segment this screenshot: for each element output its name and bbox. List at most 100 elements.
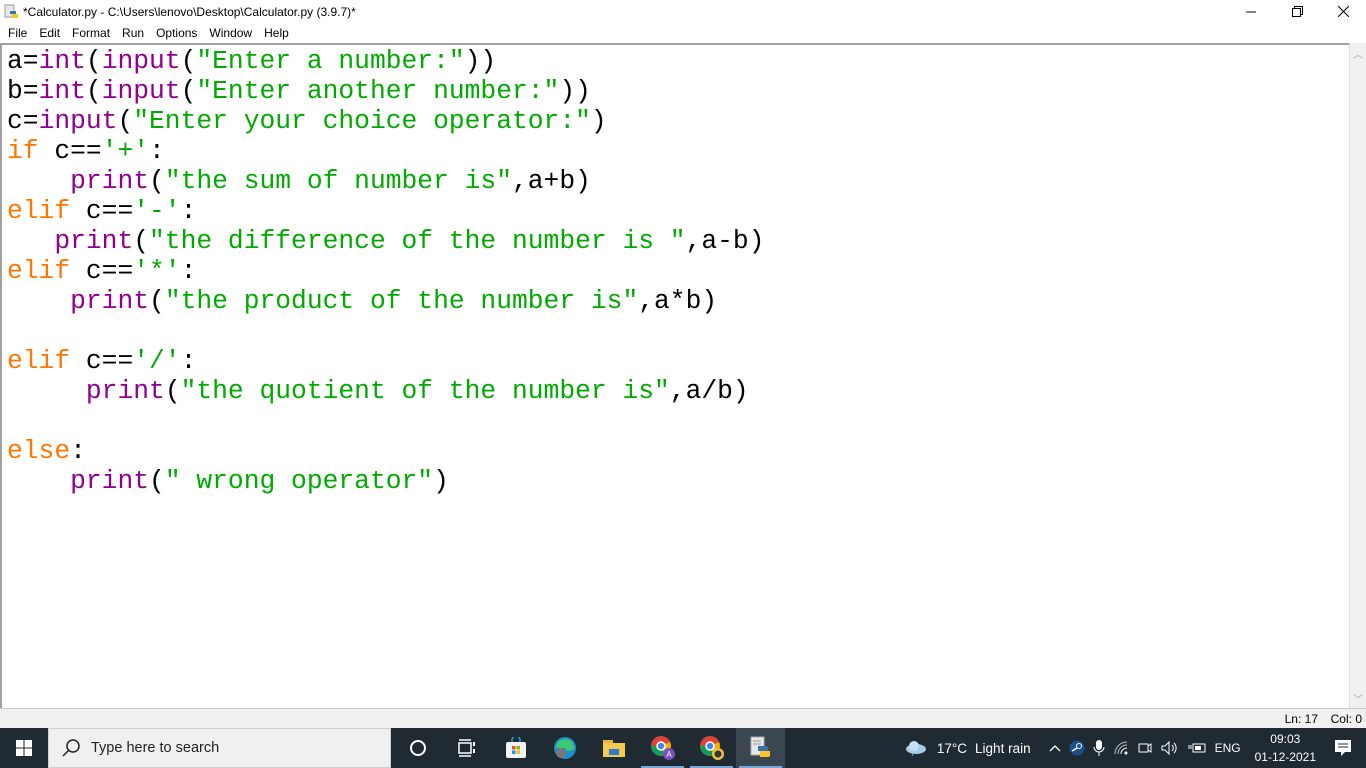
- start-button[interactable]: [0, 728, 48, 768]
- keyword-token: elif: [7, 196, 71, 226]
- code-line[interactable]: c=input("Enter your choice operator:"): [7, 106, 764, 136]
- menu-edit[interactable]: Edit: [33, 26, 66, 40]
- code-token: (: [117, 106, 134, 136]
- code-line[interactable]: print("the difference of the number is "…: [7, 226, 764, 256]
- code-line[interactable]: print(" wrong operator"): [7, 466, 764, 496]
- notification-center-icon[interactable]: [1334, 739, 1352, 757]
- builtin-token: input: [38, 106, 118, 136]
- code-line[interactable]: elif c=='-':: [7, 196, 764, 226]
- scroll-down-icon[interactable]: ﹀: [1350, 690, 1366, 706]
- camera-icon[interactable]: [1137, 740, 1153, 756]
- code-line[interactable]: elif c=='/':: [7, 346, 764, 376]
- file-explorer-icon: [602, 740, 625, 757]
- code-token: ,a*b): [638, 286, 718, 316]
- search-placeholder: Type here to search: [91, 740, 220, 756]
- menu-format[interactable]: Format: [66, 26, 116, 40]
- show-hidden-icons-chevron-up-icon[interactable]: [1049, 744, 1061, 752]
- column-number: Col: 0: [1330, 712, 1362, 726]
- code-line[interactable]: [7, 316, 764, 346]
- code-line[interactable]: elif c=='*':: [7, 256, 764, 286]
- code-line[interactable]: b=int(input("Enter another number:")): [7, 76, 764, 106]
- weather-widget[interactable]: 17°C Light rain: [905, 740, 1031, 756]
- code-token: :: [180, 256, 197, 286]
- code-token: ): [590, 106, 607, 136]
- menu-file[interactable]: File: [2, 26, 33, 40]
- cloud-rain-icon: [905, 741, 926, 756]
- builtin-token: input: [101, 76, 181, 106]
- cortana-button[interactable]: [393, 728, 442, 768]
- builtin-token: print: [70, 166, 150, 196]
- string-token: "Enter a number:": [196, 46, 465, 76]
- microphone-icon[interactable]: [1093, 739, 1105, 757]
- code-token: ): [433, 466, 449, 496]
- steam-icon[interactable]: [1069, 740, 1085, 756]
- file-explorer-button[interactable]: [589, 728, 638, 768]
- chrome-profile-a-button[interactable]: A: [638, 728, 687, 768]
- code-token: (: [133, 226, 150, 256]
- code-token: ,a+b): [512, 166, 591, 196]
- code-token: ,a/b): [669, 376, 749, 406]
- cortana-icon: [409, 740, 426, 756]
- language-indicator[interactable]: ENG: [1215, 741, 1241, 755]
- clock[interactable]: 09:03 01-12-2021: [1255, 730, 1316, 766]
- builtin-token: print: [54, 226, 134, 256]
- restore-button[interactable]: [1274, 0, 1320, 23]
- scroll-up-icon[interactable]: ︿: [1350, 45, 1366, 61]
- chrome-profile-b-icon: [699, 736, 724, 760]
- idle-python-button[interactable]: [736, 728, 785, 768]
- menu-options[interactable]: Options: [150, 26, 203, 40]
- string-token: '-': [133, 196, 181, 226]
- volume-icon[interactable]: [1161, 741, 1179, 755]
- edge-icon: [553, 737, 576, 759]
- taskbar-search[interactable]: Type here to search: [48, 728, 391, 768]
- string-token: " wrong operator": [164, 466, 434, 496]
- menu-window[interactable]: Window: [203, 26, 258, 40]
- string-token: '*': [133, 256, 181, 286]
- code-line[interactable]: print("the sum of number is",a+b): [7, 166, 764, 196]
- code-line[interactable]: print("the product of the number is",a*b…: [7, 286, 764, 316]
- windows-icon: [16, 740, 32, 756]
- battery-charging-icon[interactable]: [1187, 742, 1207, 754]
- microsoft-store-button[interactable]: [491, 728, 540, 768]
- weather-desc: Light rain: [975, 740, 1031, 756]
- svg-text:A: A: [666, 750, 672, 759]
- code-line[interactable]: if c=='+':: [7, 136, 764, 166]
- string-token: "the quotient of the number is": [180, 376, 670, 406]
- task-view-button[interactable]: [442, 728, 491, 768]
- menu-run[interactable]: Run: [116, 26, 150, 40]
- code-editor[interactable]: a=int(input("Enter a number:")) b=int(inp…: [0, 43, 1350, 708]
- chrome-profile-b-button[interactable]: [687, 728, 736, 768]
- wifi-icon[interactable]: [1113, 741, 1129, 755]
- chrome-profile-a-icon: A: [650, 736, 675, 760]
- code-token: (: [180, 76, 197, 106]
- builtin-token: input: [101, 46, 181, 76]
- code-token: c=: [7, 106, 39, 136]
- code-text[interactable]: a=int(input("Enter a number:")) b=int(inp…: [7, 46, 764, 496]
- code-line[interactable]: print("the quotient of the number is",a/…: [7, 376, 764, 406]
- close-button[interactable]: [1320, 0, 1366, 23]
- code-line[interactable]: else:: [7, 436, 764, 466]
- keyword-token: elif: [7, 346, 71, 376]
- vertical-scrollbar[interactable]: ︿ ﹀: [1350, 43, 1366, 708]
- menu-help[interactable]: Help: [258, 26, 295, 40]
- string-token: "Enter another number:": [196, 76, 560, 106]
- code-token: (: [180, 46, 197, 76]
- title-bar: *Calculator.py - C:\Users\lenovo\Desktop…: [0, 0, 1366, 23]
- minimize-button[interactable]: [1228, 0, 1274, 23]
- code-token: c==: [70, 346, 134, 376]
- code-token: )): [464, 46, 497, 76]
- code-token: :: [149, 136, 165, 166]
- code-line[interactable]: [7, 406, 764, 436]
- clock-time: 09:03: [1270, 732, 1301, 746]
- string-token: "the product of the number is": [164, 286, 639, 316]
- code-token: (: [85, 46, 102, 76]
- edge-button[interactable]: [540, 728, 589, 768]
- task-view-icon: [457, 739, 475, 757]
- code-line[interactable]: a=int(input("Enter a number:")): [7, 46, 764, 76]
- builtin-token: print: [70, 466, 150, 496]
- code-token: c==: [38, 136, 102, 166]
